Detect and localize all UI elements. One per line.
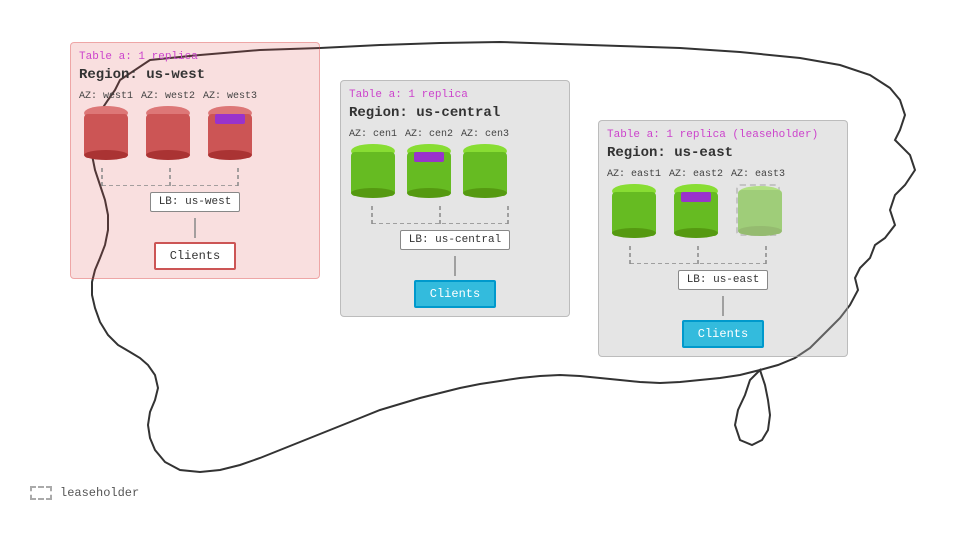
central-az-row: AZ: cen1 AZ: cen2 AZ: cen3 [349, 129, 561, 196]
east-connectors [608, 246, 838, 264]
central-table-label: Table a: 1 replica [349, 89, 561, 101]
central-clients-center: Clients [349, 280, 561, 308]
legend-label: leaseholder [60, 486, 139, 500]
west-az1-block: AZ: west1 [79, 91, 133, 158]
central-az1-cylinder [351, 144, 395, 196]
west-lb-connector [165, 218, 225, 238]
east-az1-label: AZ: east1 [607, 169, 661, 180]
west-lb-center: LB: us-west [79, 192, 311, 212]
central-connectors [350, 206, 560, 224]
central-az1-block: AZ: cen1 [349, 129, 397, 196]
east-az3-block: AZ: east3 [731, 169, 785, 236]
central-az2-label: AZ: cen2 [405, 129, 453, 140]
east-lb-label: LB: us-east [678, 270, 769, 290]
central-lb-center: LB: us-central [349, 230, 561, 250]
central-leaseholder-indicator [414, 152, 444, 162]
legend-icon [30, 486, 52, 500]
central-az3-label: AZ: cen3 [461, 129, 509, 140]
east-az3-cylinder [736, 184, 780, 236]
legend: leaseholder [30, 486, 139, 500]
central-az1-label: AZ: cen1 [349, 129, 397, 140]
west-region-name: Region: us-west [79, 67, 311, 83]
central-region-name: Region: us-central [349, 105, 561, 121]
west-az1-cylinder [84, 106, 128, 158]
central-az2-cylinder [407, 144, 451, 196]
east-az-row: AZ: east1 AZ: east2 AZ: east3 [607, 169, 839, 236]
west-table-label: Table a: 1 replica [79, 51, 311, 63]
east-leaseholder-indicator [681, 192, 711, 202]
west-az2-label: AZ: west2 [141, 91, 195, 102]
central-lb-connector [425, 256, 485, 276]
central-az2-block: AZ: cen2 [405, 129, 453, 196]
east-az2-label: AZ: east2 [669, 169, 723, 180]
west-lb-label: LB: us-west [150, 192, 241, 212]
east-lb-connector [693, 296, 753, 316]
central-lb-label: LB: us-central [400, 230, 510, 250]
east-az2-block: AZ: east2 [669, 169, 723, 236]
east-az1-block: AZ: east1 [607, 169, 661, 236]
west-az2-cylinder [146, 106, 190, 158]
west-clients-box[interactable]: Clients [154, 242, 236, 270]
east-region-name: Region: us-east [607, 145, 839, 161]
central-az3-block: AZ: cen3 [461, 129, 509, 196]
east-region-panel: Table a: 1 replica (leaseholder) Region:… [598, 120, 848, 357]
central-clients-box[interactable]: Clients [414, 280, 496, 308]
east-az3-label: AZ: east3 [731, 169, 785, 180]
west-clients-center: Clients [79, 242, 311, 270]
west-az2-block: AZ: west2 [141, 91, 195, 158]
west-az1-label: AZ: west1 [79, 91, 133, 102]
west-region-panel: Table a: 1 replica Region: us-west AZ: w… [70, 42, 320, 279]
east-table-label: Table a: 1 replica (leaseholder) [607, 129, 839, 141]
east-az2-cylinder [674, 184, 718, 236]
west-az-row: AZ: west1 AZ: west2 AZ: west3 [79, 91, 311, 158]
west-az3-cylinder [208, 106, 252, 158]
central-region-panel: Table a: 1 replica Region: us-central AZ… [340, 80, 570, 317]
central-az3-cylinder [463, 144, 507, 196]
west-az3-label: AZ: west3 [203, 91, 257, 102]
west-leaseholder-indicator [215, 114, 245, 124]
east-az1-cylinder [612, 184, 656, 236]
east-lb-center: LB: us-east [607, 270, 839, 290]
west-az3-block: AZ: west3 [203, 91, 257, 158]
east-clients-center: Clients [607, 320, 839, 348]
west-connectors [80, 168, 310, 186]
east-clients-box[interactable]: Clients [682, 320, 764, 348]
